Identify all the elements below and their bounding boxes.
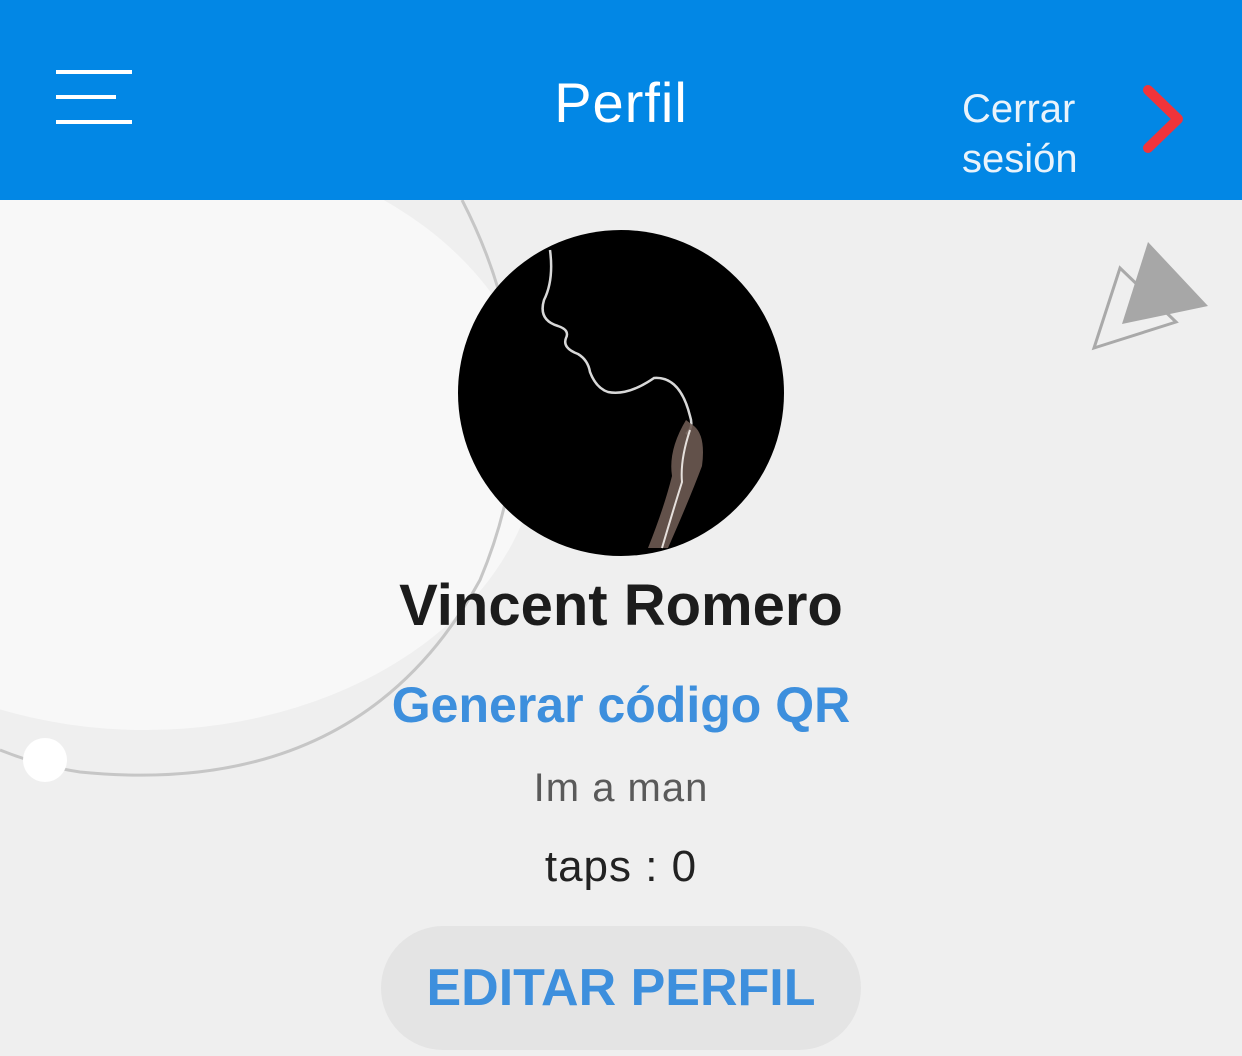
chevron-right-icon [1143,85,1183,153]
taps-counter: taps : 0 [544,842,698,891]
app-header: Perfil Cerrar sesión [0,0,1242,200]
user-bio: Im a man [533,766,709,810]
user-name: Vincent Romero [399,573,843,638]
edit-profile-button[interactable]: EDITAR PERFIL [381,926,861,1050]
avatar [458,230,784,556]
profile-screen: Perfil Cerrar sesión Vincent Romero Gene… [0,0,1242,1056]
generate-qr-link[interactable]: Generar código QR [0,676,1242,734]
logout-label: Cerrar sesión [962,87,1078,181]
avatar-silhouette-image [541,249,703,549]
logout-button[interactable]: Cerrar sesión [962,84,1202,184]
